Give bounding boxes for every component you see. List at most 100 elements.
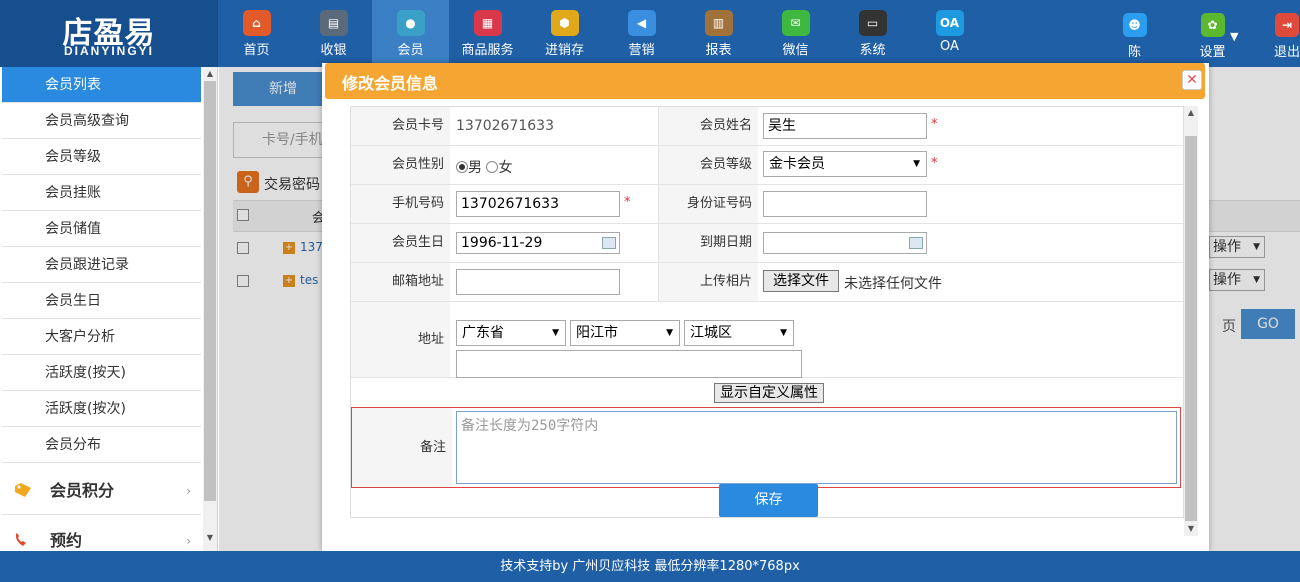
expire-field[interactable] (763, 232, 927, 254)
settings-menu[interactable]: ✿ 设置 ▼ (1175, 0, 1250, 67)
cash-register-icon: ▤ (319, 10, 348, 36)
gender-female-label[interactable]: 女 (498, 160, 512, 176)
birthday-field[interactable]: 1996-11-29 (456, 232, 620, 254)
app-window: 店盈易 DIANYINGYI ☻ 陈 ✿ 设置 ▼ ⇥ 退出 ⌂ 首页 ▤ 收银 ● 会员… (0, 0, 1300, 582)
sidebar-item-member-list[interactable]: 会员列表 (2, 67, 201, 103)
sidebar-item-member-deposit[interactable]: 会员储值 (2, 211, 201, 247)
sidebar-group-booking[interactable]: 预约 › (2, 517, 201, 551)
sidebar-scroll-thumb[interactable] (204, 81, 216, 501)
nav-item-cash-register[interactable]: ▤ 收银 (295, 0, 372, 67)
sidebar-item-activity-count[interactable]: 活跃度(按次) (2, 391, 201, 427)
nav-item-megaphone[interactable]: ◀ 营销 (603, 0, 680, 67)
nav-item-member[interactable]: ● 会员 (372, 0, 449, 67)
city-selected: 阳江市 (576, 325, 618, 341)
sidebar-item-advanced-search[interactable]: 会员高级查询 (2, 103, 201, 139)
sidebar-item-activity-day[interactable]: 活跃度(按天) (2, 355, 201, 391)
modal-scroll-thumb[interactable] (1185, 136, 1197, 521)
member-icon: ● (396, 10, 425, 36)
level-label: 会员等级 (658, 146, 758, 184)
form-row: 会员性别 男 女 会员等级 金卡会员 ▼ * (351, 146, 1183, 185)
address-label: 地址 (351, 302, 450, 377)
gender-male-radio[interactable] (456, 161, 468, 173)
top-nav-bar: 店盈易 DIANYINGYI ☻ 陈 ✿ 设置 ▼ ⇥ 退出 ⌂ 首页 ▤ 收银 ● 会员… (0, 0, 1300, 67)
city-select[interactable]: 阳江市 ▼ (570, 320, 680, 346)
nav-label: 收银 (320, 43, 347, 58)
nav-label: 会员 (397, 43, 424, 58)
nav-item-inventory[interactable]: ⬢ 进销存 (526, 0, 603, 67)
sidebar-group-points[interactable]: 会员积分 › (2, 467, 201, 515)
name-field[interactable]: 吴生 (763, 113, 927, 139)
sidebar-item-follow-up[interactable]: 会员跟进记录 (2, 247, 201, 283)
calendar-icon[interactable] (909, 237, 923, 249)
nav-label: 微信 (782, 43, 809, 58)
modal-header: 修改会员信息 ✕ (325, 63, 1205, 99)
logout-button[interactable]: ⇥ 退出 (1262, 0, 1300, 67)
save-button[interactable]: 保存 (719, 484, 818, 517)
phone-field[interactable]: 13702671633 (456, 191, 620, 217)
sidebar-group-booking-label: 预约 (50, 531, 83, 550)
form-row: 会员生日 1996-11-29 到期日期 (351, 224, 1183, 263)
form-row: 会员卡号 13702671633 会员姓名 吴生 * (351, 107, 1183, 146)
no-file-text: 未选择任何文件 (844, 276, 942, 292)
nav-item-report[interactable]: ▥ 报表 (680, 0, 757, 67)
gender-female-radio[interactable] (486, 161, 499, 173)
logout-icon: ⇥ (1275, 13, 1299, 37)
user-menu[interactable]: ☻ 陈 (1097, 0, 1172, 67)
address-detail-field[interactable] (456, 350, 802, 378)
modal-scrollbar[interactable]: ▲ ▼ (1184, 106, 1198, 536)
product-icon: ▦ (473, 10, 502, 36)
sidebar-item-distribution[interactable]: 会员分布 (2, 427, 201, 463)
form-row: 地址 广东省 ▼ 阳江市 ▼ 江城区 ▼ (351, 302, 1183, 378)
sidebar-group-points-label: 会员积分 (50, 481, 115, 500)
phone-label: 手机号码 (351, 185, 450, 223)
member-form: 会员卡号 13702671633 会员姓名 吴生 * 会员性别 男 女 会员等级… (350, 106, 1184, 518)
nav-item-home[interactable]: ⌂ 首页 (218, 0, 295, 67)
expire-label: 到期日期 (658, 224, 758, 262)
nav-label: 报表 (705, 43, 732, 58)
card-no-label: 会员卡号 (351, 107, 450, 145)
birthday-value: 1996-11-29 (461, 235, 543, 251)
district-selected: 江城区 (690, 325, 732, 341)
name-label: 会员姓名 (658, 107, 758, 145)
nav-item-product[interactable]: ▦ 商品服务 (449, 0, 526, 67)
sidebar-scrollbar[interactable]: ▲ ▼ (203, 67, 217, 551)
sidebar-item-birthday[interactable]: 会员生日 (2, 283, 201, 319)
province-select[interactable]: 广东省 ▼ (456, 320, 566, 346)
email-field[interactable] (456, 269, 620, 295)
custom-attr-button[interactable]: 显示自定义属性 (714, 383, 824, 403)
settings-label: 设置 (1199, 45, 1226, 60)
required-mark: * (931, 117, 938, 132)
scroll-down-icon[interactable]: ▼ (203, 531, 217, 545)
phone-icon (15, 533, 26, 546)
brand-logo[interactable]: 店盈易 DIANYINGYI (0, 0, 218, 67)
remark-textarea[interactable]: 备注长度为250字符内 (456, 411, 1177, 484)
gender-male-label[interactable]: 男 (468, 160, 482, 176)
district-select[interactable]: 江城区 ▼ (684, 320, 794, 346)
level-select[interactable]: 金卡会员 ▼ (763, 151, 927, 177)
idcard-field[interactable] (763, 191, 927, 217)
scroll-down-icon[interactable]: ▼ (1184, 522, 1198, 536)
monitor-icon: ▭ (858, 10, 887, 36)
chevron-right-icon: › (186, 484, 191, 498)
province-selected: 广东省 (462, 325, 504, 341)
nav-item-wechat[interactable]: ✉ 微信 (757, 0, 834, 67)
sidebar: 会员列表 会员高级查询 会员等级 会员挂账 会员储值 会员跟进记录 会员生日 大… (0, 67, 218, 551)
calendar-icon[interactable] (602, 237, 616, 249)
chevron-down-icon: ▼ (666, 328, 673, 338)
nav-item-oa[interactable]: OA OA (911, 0, 988, 67)
nav-label: 首页 (243, 43, 270, 58)
chevron-down-icon: ▼ (913, 159, 920, 169)
nav-item-monitor[interactable]: ▭ 系统 (834, 0, 911, 67)
scroll-up-icon[interactable]: ▲ (203, 67, 217, 81)
edit-member-modal: 修改会员信息 ✕ 会员卡号 13702671633 会员姓名 吴生 * 会员性别… (322, 63, 1209, 551)
sidebar-item-member-credit[interactable]: 会员挂账 (2, 175, 201, 211)
close-icon[interactable]: ✕ (1182, 70, 1202, 90)
home-icon: ⌂ (242, 10, 271, 36)
form-row: 手机号码 13702671633 * 身份证号码 (351, 185, 1183, 224)
choose-file-button[interactable]: 选择文件 (763, 270, 839, 292)
email-label: 邮箱地址 (351, 263, 450, 301)
sidebar-item-key-account[interactable]: 大客户分析 (2, 319, 201, 355)
sidebar-item-member-level[interactable]: 会员等级 (2, 139, 201, 175)
scroll-up-icon[interactable]: ▲ (1184, 106, 1198, 120)
idcard-label: 身份证号码 (658, 185, 758, 223)
